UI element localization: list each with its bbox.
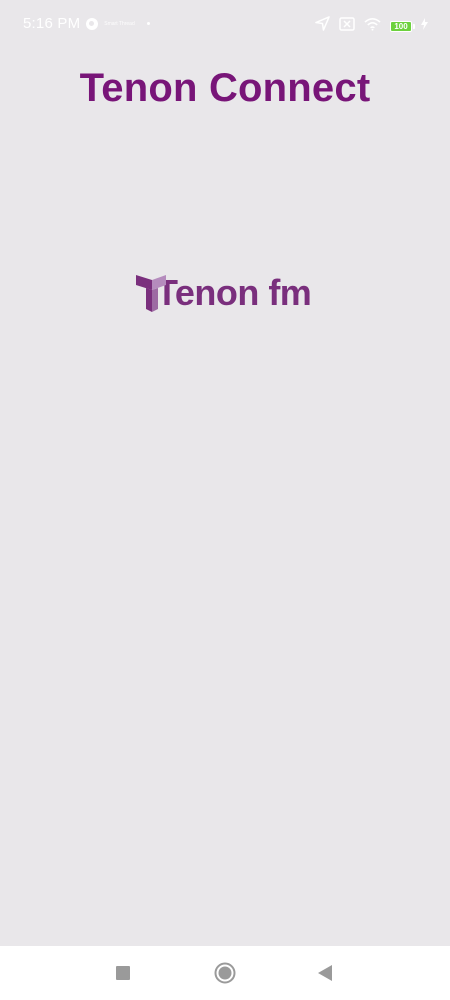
page-title: Tenon Connect [79, 66, 371, 110]
triangle-back-icon [318, 965, 332, 981]
logo-text: Tenon fm [156, 271, 312, 313]
notification-text: Smart Thread [104, 20, 135, 27]
square-icon [116, 966, 130, 980]
charging-bolt-icon [421, 17, 428, 35]
status-bar: 5:16 PM Smart Thread 100 [0, 0, 450, 50]
location-arrow-icon [315, 16, 330, 36]
tenon-logo-mark-icon [136, 275, 166, 312]
sim-off-icon [339, 16, 355, 36]
status-right: 100 [315, 16, 428, 36]
system-nav-bar [0, 946, 450, 1000]
home-button[interactable] [200, 946, 250, 1000]
tenon-fm-logo: Tenon fm [136, 270, 321, 315]
status-time: 5:16 PM [23, 15, 81, 32]
back-button[interactable] [300, 946, 350, 1000]
battery-icon: 100 [390, 20, 415, 32]
battery-level: 100 [394, 21, 408, 31]
notification-dot-icon [146, 22, 150, 25]
wifi-icon [364, 17, 381, 36]
circle-icon [214, 962, 236, 984]
recent-apps-button[interactable] [98, 946, 148, 1000]
status-left: 5:16 PM Smart Thread [23, 15, 150, 32]
notification-app-icon [86, 17, 99, 30]
